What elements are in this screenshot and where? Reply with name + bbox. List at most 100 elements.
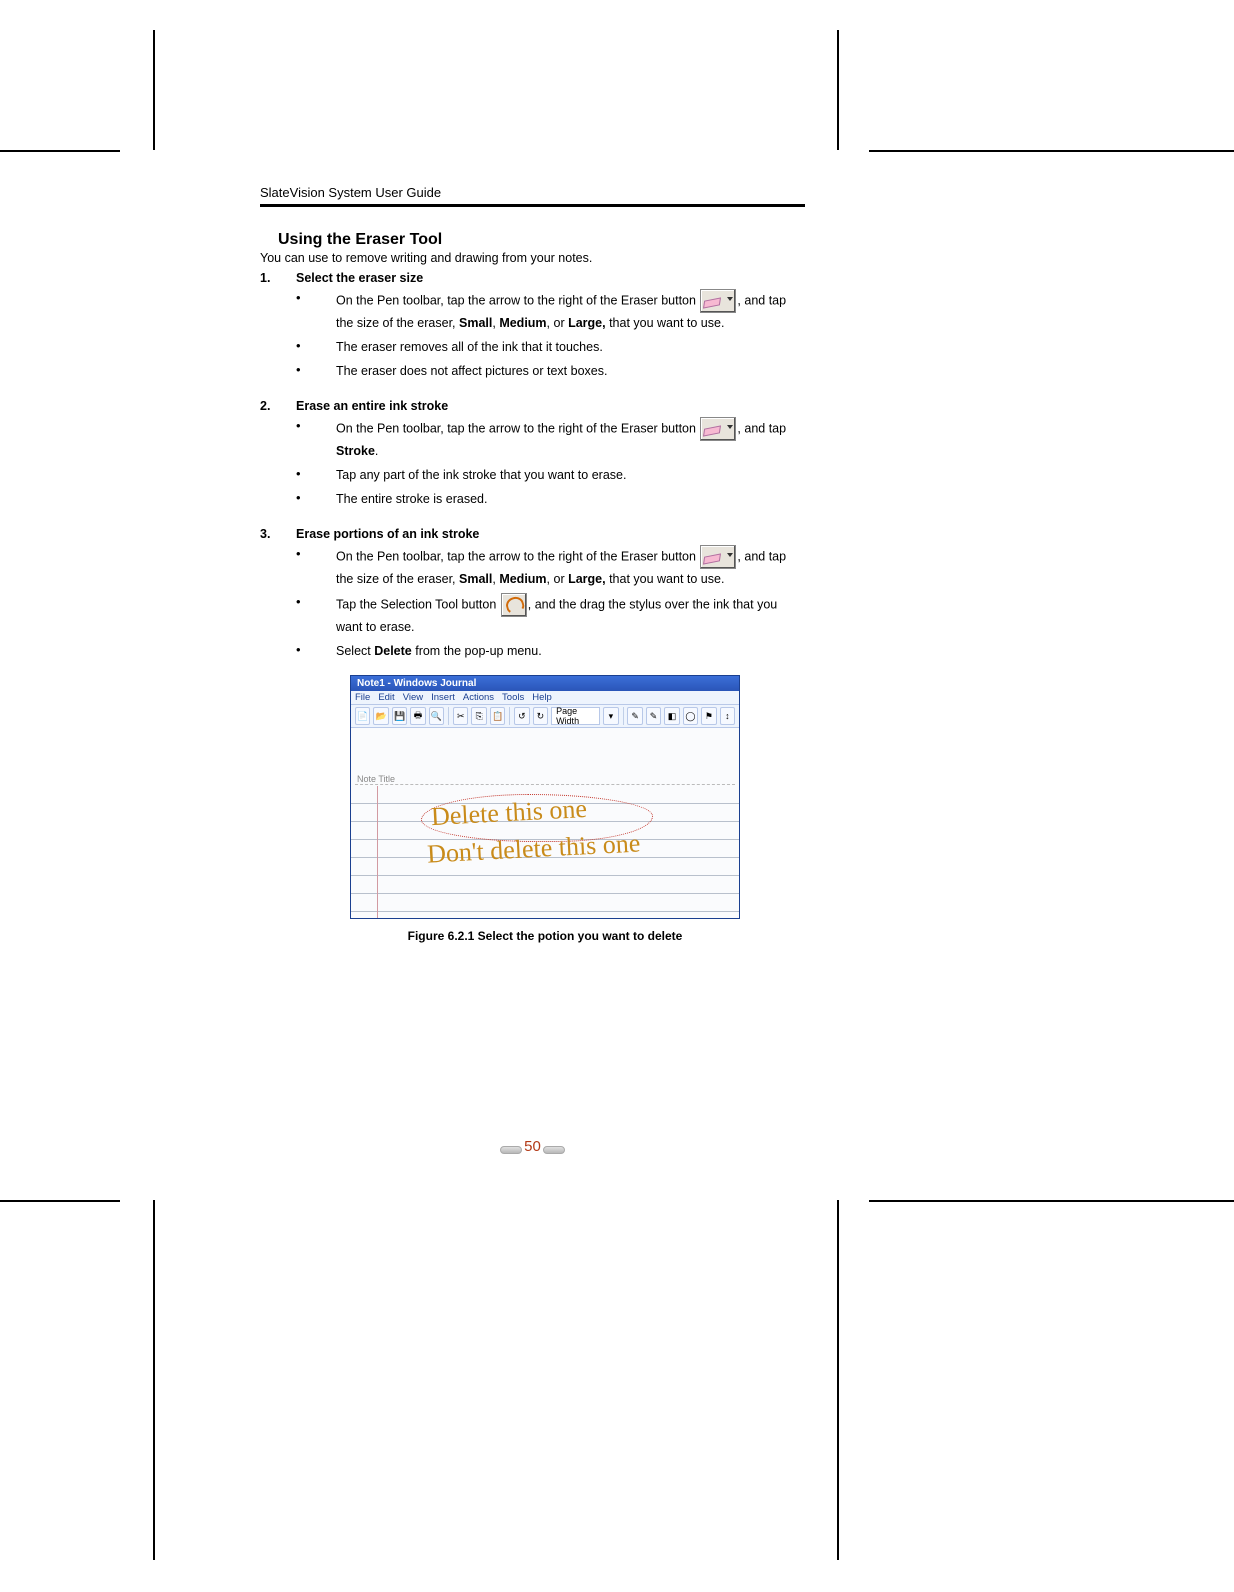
bullet-text-tail: Select Delete from the pop-up menu.	[336, 644, 542, 658]
toolbar-print-icon: 🖶	[410, 707, 425, 725]
bullet-marker: •	[296, 337, 336, 357]
journal-note-title-label: Note Title	[357, 774, 395, 784]
bullet-text: The entire stroke is erased.	[336, 489, 805, 509]
journal-title-divider	[355, 784, 735, 785]
step-heading: 3.Erase portions of an ink stroke	[260, 527, 805, 541]
journal-menu-item: Tools	[502, 692, 524, 703]
eraser-button-icon	[700, 417, 736, 441]
toolbar-open-icon: 📂	[373, 707, 388, 725]
indent	[260, 489, 296, 509]
journal-menu-item: File	[355, 692, 370, 703]
bullet-marker: •	[296, 289, 336, 333]
bullet-marker: •	[296, 593, 336, 637]
document-page: SlateVision System User Guide Using the …	[0, 0, 1234, 1592]
indent	[260, 361, 296, 381]
toolbar-new-icon: 📄	[355, 707, 370, 725]
toolbar-zoom-select: Page Width	[551, 707, 600, 725]
crop-mark	[153, 1200, 155, 1560]
bullet-marker: •	[296, 545, 336, 589]
crop-mark	[0, 1200, 120, 1202]
toolbar-eraser-icon: ◧	[664, 707, 679, 725]
step-bullet: •On the Pen toolbar, tap the arrow to th…	[260, 545, 805, 589]
bullet-marker: •	[296, 361, 336, 381]
step-bullet: •The eraser does not affect pictures or …	[260, 361, 805, 381]
step-number: 3.	[260, 527, 296, 541]
figure-caption: Figure 6.2.1 Select the potion you want …	[350, 929, 740, 943]
crop-mark	[837, 30, 839, 150]
toolbar-cut-icon: ✂	[453, 707, 468, 725]
toolbar-lasso-icon: ◯	[683, 707, 698, 725]
eraser-button-icon	[700, 545, 736, 569]
step-bullet: •The eraser removes all of the ink that …	[260, 337, 805, 357]
bullet-text: On the Pen toolbar, tap the arrow to the…	[336, 289, 805, 333]
header-rule	[260, 204, 805, 207]
journal-menu-item: Help	[532, 692, 552, 703]
indent	[260, 417, 296, 461]
step-bullet: •The entire stroke is erased.	[260, 489, 805, 509]
instruction-steps: 1.Select the eraser size•On the Pen tool…	[260, 271, 805, 661]
journal-menubar: File Edit View Insert Actions Tools Help	[351, 691, 739, 705]
bullet-text: The eraser does not affect pictures or t…	[336, 361, 805, 381]
page-number-ornament: 50	[500, 1138, 565, 1156]
crop-mark	[869, 150, 1234, 152]
step-bullet: •Select Delete from the pop-up menu.	[260, 641, 805, 661]
indent	[260, 465, 296, 485]
figure-block: Note1 - Windows Journal File Edit View Inse…	[350, 675, 740, 943]
step-bullet: •Tap any part of the ink stroke that you…	[260, 465, 805, 485]
eraser-button-icon	[700, 289, 736, 313]
step-heading: 2.Erase an entire ink stroke	[260, 399, 805, 413]
bullet-text: On the Pen toolbar, tap the arrow to the…	[336, 417, 805, 461]
journal-toolbar: 📄 📂 💾 🖶 🔍 ✂ ⎘ 📋 ↺ ↻ Page Width ▾ ✎	[351, 705, 739, 728]
indent	[260, 289, 296, 333]
bullet-marker: •	[296, 417, 336, 461]
crop-mark	[153, 30, 155, 150]
journal-menu-item: View	[403, 692, 423, 703]
toolbar-redo-icon: ↻	[533, 707, 548, 725]
bullet-text: Tap any part of the ink stroke that you …	[336, 465, 805, 485]
toolbar-save-icon: 💾	[392, 707, 407, 725]
bullet-marker: •	[296, 489, 336, 509]
toolbar-undo-icon: ↺	[514, 707, 529, 725]
toolbar-highlighter-icon: ✎	[646, 707, 661, 725]
crop-mark	[0, 150, 120, 152]
page-number: 50	[524, 1138, 541, 1155]
step-title: Erase an entire ink stroke	[296, 399, 448, 413]
journal-paper: Note Title Delete this one Don't delete …	[351, 728, 739, 918]
bullet-marker: •	[296, 465, 336, 485]
step-bullet: •On the Pen toolbar, tap the arrow to th…	[260, 417, 805, 461]
indent	[260, 593, 296, 637]
bullet-text: On the Pen toolbar, tap the arrow to the…	[336, 545, 805, 589]
toolbar-copy-icon: ⎘	[471, 707, 486, 725]
journal-titlebar: Note1 - Windows Journal	[351, 676, 739, 691]
bullet-text-tail: , and the drag the stylus over the ink t…	[336, 597, 777, 634]
journal-menu-item: Actions	[463, 692, 494, 703]
indent	[260, 545, 296, 589]
indent	[260, 337, 296, 357]
bullet-text: Select Delete from the pop-up menu.	[336, 641, 805, 661]
step-title: Erase portions of an ink stroke	[296, 527, 479, 541]
step-number: 2.	[260, 399, 296, 413]
toolbar-flag-icon: ⚑	[701, 707, 716, 725]
bullet-text: Tap the Selection Tool button , and the …	[336, 593, 805, 637]
windows-journal-window: Note1 - Windows Journal File Edit View Inse…	[350, 675, 740, 919]
crop-mark	[837, 1200, 839, 1560]
toolbar-insert-space-icon: ↕	[720, 707, 735, 725]
step-heading: 1.Select the eraser size	[260, 271, 805, 285]
bullet-text: The eraser removes all of the ink that i…	[336, 337, 805, 357]
crop-mark	[869, 1200, 1234, 1202]
step-bullet: •Tap the Selection Tool button , and the…	[260, 593, 805, 637]
step-bullet: •On the Pen toolbar, tap the arrow to th…	[260, 289, 805, 333]
journal-menu-item: Edit	[378, 692, 394, 703]
running-header: SlateVision System User Guide	[260, 185, 805, 204]
step-number: 1.	[260, 271, 296, 285]
journal-menu-item: Insert	[431, 692, 455, 703]
toolbar-separator	[623, 707, 624, 725]
section-title: Using the Eraser Tool	[278, 231, 805, 249]
bullet-marker: •	[296, 641, 336, 661]
toolbar-find-icon: 🔍	[429, 707, 444, 725]
toolbar-pen-icon: ✎	[627, 707, 642, 725]
toolbar-zoom-dropdown-icon: ▾	[603, 707, 618, 725]
intro-text: You can use to remove writing and drawin…	[260, 251, 805, 265]
toolbar-separator	[448, 707, 449, 725]
toolbar-separator	[509, 707, 510, 725]
